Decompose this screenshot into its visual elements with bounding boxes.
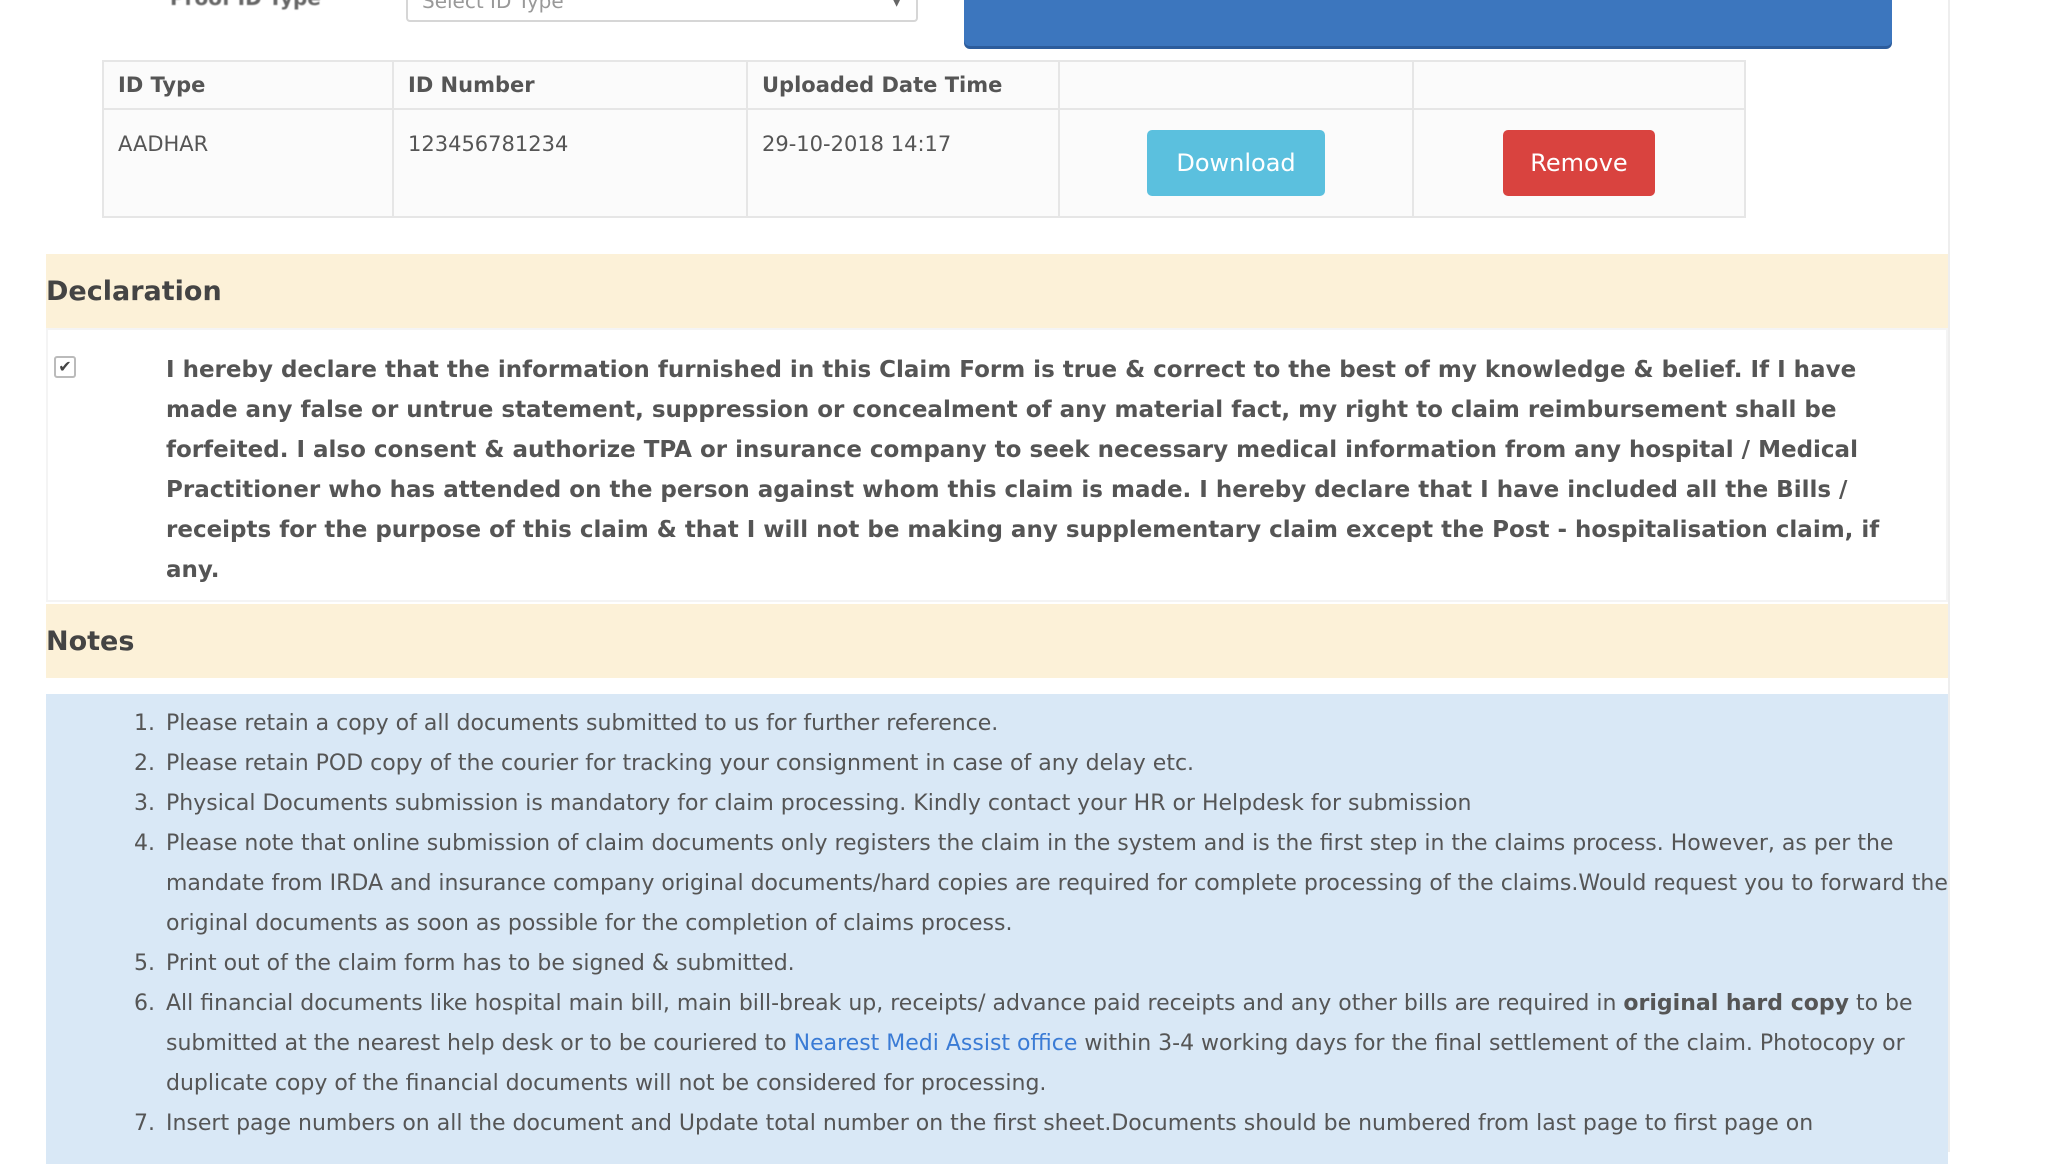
note-bold-text: original hard copy (1623, 991, 1849, 1016)
list-item: Print out of the claim form has to be si… (162, 944, 1982, 984)
notes-title: Notes (46, 625, 135, 657)
cell-uploaded: 29-10-2018 14:17 (746, 108, 1060, 218)
list-item: Physical Documents submission is mandato… (162, 784, 1982, 824)
table-row: AADHAR 123456781234 29-10-2018 14:17 Dow… (102, 108, 1746, 218)
note-text: All financial documents like hospital ma… (166, 991, 1617, 1016)
declaration-text: I hereby declare that the information fu… (166, 357, 1880, 583)
cell-download: Download (1058, 108, 1414, 218)
note-text: Please note that online submission of cl… (166, 831, 1948, 936)
note-text: Insert page numbers on all the document … (166, 1111, 1814, 1136)
col-header-id-number: ID Number (392, 60, 748, 110)
id-type-select-value: Select ID Type (422, 0, 564, 13)
cell-id-number: 123456781234 (392, 108, 748, 218)
note-text: Physical Documents submission is mandato… (166, 791, 1472, 816)
list-item: All financial documents like hospital ma… (162, 984, 1982, 1104)
note-text: Please retain a copy of all documents su… (166, 711, 999, 736)
list-item: Insert page numbers on all the document … (162, 1104, 1982, 1144)
list-item: Please retain POD copy of the courier fo… (162, 744, 1982, 784)
remove-button[interactable]: Remove (1503, 130, 1655, 196)
col-header-uploaded: Uploaded Date Time (746, 60, 1060, 110)
nearest-office-link[interactable]: Nearest Medi Assist office (794, 1031, 1078, 1056)
note-text: Please retain POD copy of the courier fo… (166, 751, 1195, 776)
col-header-remove (1412, 60, 1746, 110)
id-type-select[interactable]: Select ID Type ▼ (406, 0, 918, 22)
cell-id-type: AADHAR (102, 108, 394, 218)
notes-list: Please retain a copy of all documents su… (114, 704, 1982, 1144)
declaration-header: Declaration (46, 254, 1948, 328)
uploaded-documents-table: ID Type ID Number Uploaded Date Time AAD… (102, 60, 1746, 218)
note-text: Print out of the claim form has to be si… (166, 951, 795, 976)
table-header-row: ID Type ID Number Uploaded Date Time (102, 60, 1746, 110)
declaration-checkbox[interactable]: ✔ (54, 356, 76, 378)
declaration-title: Declaration (46, 275, 222, 307)
check-icon: ✔ (58, 357, 72, 376)
id-type-label: Proof ID Type (170, 0, 321, 10)
list-item: Please note that online submission of cl… (162, 824, 1982, 944)
upload-button-bar[interactable] (964, 0, 1892, 46)
cell-remove: Remove (1412, 108, 1746, 218)
notes-header: Notes (46, 604, 1948, 678)
col-header-id-type: ID Type (102, 60, 394, 110)
list-item: Please retain a copy of all documents su… (162, 704, 1982, 744)
col-header-download (1058, 60, 1414, 110)
chevron-down-icon: ▼ (891, 0, 902, 9)
download-button[interactable]: Download (1147, 130, 1325, 196)
